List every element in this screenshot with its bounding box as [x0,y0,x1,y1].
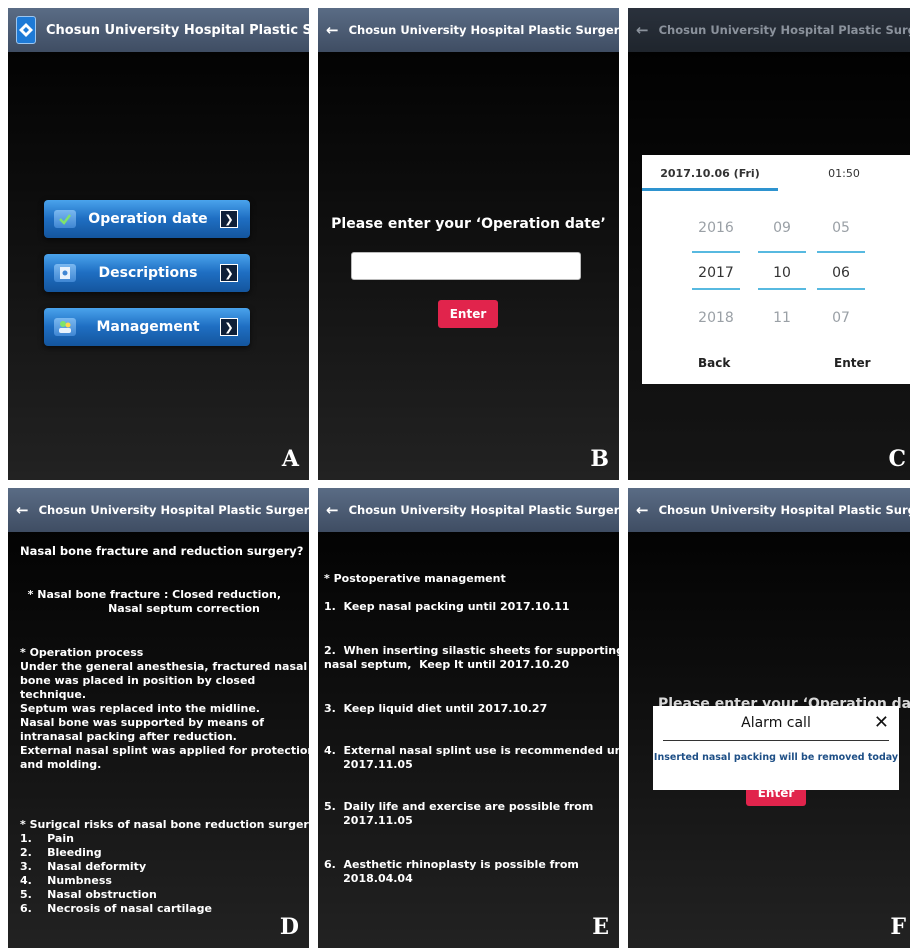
back-arrow-icon[interactable]: ← [16,501,29,519]
day-wheel[interactable]: 05 06 07 [817,205,865,340]
date-picker-dialog: 2017.10.06 (Fri) 01:50 2016 2017 2018 09… [642,155,910,384]
panel-letter: E [592,914,609,940]
app-title: Chosun University Hospital Plastic Surge… [38,503,309,517]
back-arrow-icon[interactable]: ← [326,501,339,519]
year-option[interactable]: 2016 [692,205,740,250]
tab-time[interactable]: 01:50 [778,155,910,191]
app-bar: ← Chosun University Hospital Plastic Sur… [628,8,910,52]
alarm-message: Inserted nasal packing will be removed t… [653,752,899,763]
back-arrow-icon[interactable]: ← [326,21,339,39]
chevron-right-icon: ❯ [220,318,238,336]
selection-line [758,251,806,253]
panel-letter: D [279,914,299,940]
operation-date-prompt: Please enter your ‘Operation date’ [331,216,606,232]
close-icon[interactable]: ✕ [874,712,889,733]
selection-line [817,251,865,253]
enter-button[interactable]: Enter [834,356,871,370]
management-item-3: 3. Keep liquid diet until 2017.10.27 [324,702,548,715]
picker-tabs: 2017.10.06 (Fri) 01:50 [642,155,910,191]
app-bar: ← Chosun University Hospital Plastic Sur… [628,488,910,532]
app-title: Chosun University Hospital Plastic Surge… [348,23,619,37]
tab-date[interactable]: 2017.10.06 (Fri) [642,155,778,191]
active-tab-indicator [642,188,778,191]
back-arrow-icon[interactable]: ← [636,21,649,39]
users-icon [54,318,76,336]
hospital-logo-icon [16,16,36,44]
panel-letter: F [890,914,906,940]
back-arrow-icon[interactable]: ← [636,501,649,519]
divider [663,740,889,741]
app-title: Chosun University Hospital Plastic Surge… [658,503,910,517]
app-title: Chosun University Hospital Plastic Surge… [348,503,619,517]
fracture-summary: * Nasal bone fracture : Closed reduction… [27,588,281,615]
panel-letter: C [888,446,906,472]
app-bar: ← Chosun University Hospital Plastic Sur… [318,488,619,532]
selection-line [692,288,740,290]
panel-a: Chosun University Hospital Plastic Surge… [8,8,309,480]
month-wheel[interactable]: 09 10 11 [758,205,806,340]
operation-process: * Operation process Under the general an… [20,646,309,771]
panel-letter: A [281,446,299,472]
year-wheel[interactable]: 2016 2017 2018 [692,205,740,340]
surgical-risks: * Surigcal risks of nasal bone reduction… [20,818,309,915]
selection-line [817,288,865,290]
description-heading: Nasal bone fracture and reduction surger… [20,544,304,558]
operation-date-input[interactable] [351,252,581,280]
chevron-right-icon: ❯ [220,210,238,228]
descriptions-button[interactable]: Descriptions ❯ [44,254,250,292]
operation-date-button[interactable]: Operation date ❯ [44,200,250,238]
enter-button[interactable]: Enter [438,300,498,328]
panel-b: ← Chosun University Hospital Plastic Sur… [318,8,619,480]
management-button[interactable]: Management ❯ [44,308,250,346]
operation-date-label: Operation date [88,211,208,227]
panel-e: ← Chosun University Hospital Plastic Sur… [318,488,619,948]
document-icon [54,264,76,282]
management-label: Management [96,319,200,335]
app-bar: ← Chosun University Hospital Plastic Sur… [8,488,309,532]
management-item-4: 4. External nasal splint use is recommen… [324,744,619,771]
management-item-2: 2. When inserting silastic sheets for su… [324,644,619,671]
selection-line [692,251,740,253]
month-option[interactable]: 11 [758,295,806,340]
day-option[interactable]: 07 [817,295,865,340]
app-title: Chosun University Hospital Plastic Surge… [46,22,309,38]
management-item-1: 1. Keep nasal packing until 2017.10.11 [324,600,570,613]
month-option[interactable]: 09 [758,205,806,250]
check-calendar-icon [54,210,76,228]
alarm-title: Alarm call [741,715,811,731]
chevron-right-icon: ❯ [220,264,238,282]
selection-line [758,288,806,290]
back-button[interactable]: Back [698,356,730,370]
management-item-6: 6. Aesthetic rhinoplasty is possible fro… [324,858,579,885]
descriptions-label: Descriptions [98,265,198,281]
panel-d: ← Chosun University Hospital Plastic Sur… [8,488,309,948]
postoperative-heading: * Postoperative management [324,572,506,585]
app-title: Chosun University Hospital Plastic Surge… [658,23,910,37]
management-item-5: 5. Daily life and exercise are possible … [324,800,594,827]
year-option[interactable]: 2018 [692,295,740,340]
app-bar: ← Chosun University Hospital Plastic Sur… [318,8,619,52]
app-bar: Chosun University Hospital Plastic Surge… [8,8,309,52]
day-option[interactable]: 05 [817,205,865,250]
panel-letter: B [590,446,609,472]
alarm-dialog: Alarm call ✕ Inserted nasal packing will… [653,706,899,790]
